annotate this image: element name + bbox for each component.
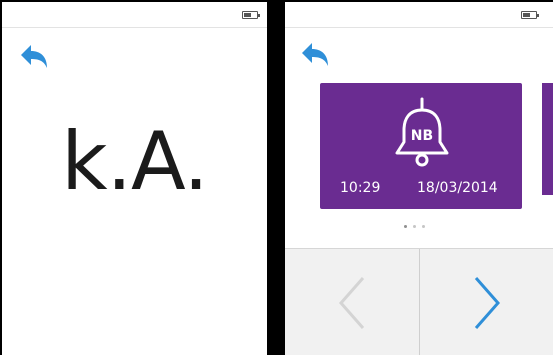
page-indicator: [404, 225, 434, 231]
back-arrow-icon: [302, 43, 328, 66]
chevron-right-icon: [474, 276, 500, 329]
left-screen: k.A.: [2, 2, 267, 355]
next-card-peek[interactable]: [542, 83, 553, 195]
prev-button[interactable]: [285, 249, 419, 355]
nav-bar: [285, 248, 553, 355]
status-value: k.A.: [61, 115, 209, 208]
next-button[interactable]: [420, 249, 553, 355]
notification-card[interactable]: NB 10:29 18/03/2014: [320, 83, 522, 209]
page-dot: [404, 225, 407, 228]
bell-badge: NB: [411, 128, 433, 144]
battery-icon: [521, 11, 539, 19]
status-bar: [285, 2, 553, 28]
status-bar: [2, 2, 267, 28]
back-button[interactable]: [299, 40, 333, 74]
battery-icon: [242, 11, 260, 19]
page-dot: [422, 225, 425, 228]
back-arrow-icon: [21, 45, 47, 68]
back-button[interactable]: [18, 42, 52, 76]
bell-icon: NB: [395, 97, 449, 167]
chevron-left-icon: [339, 276, 365, 329]
right-screen: NB 10:29 18/03/2014: [285, 2, 553, 355]
page-dot: [413, 225, 416, 228]
card-time: 10:29: [340, 180, 381, 196]
card-date: 18/03/2014: [417, 180, 498, 196]
